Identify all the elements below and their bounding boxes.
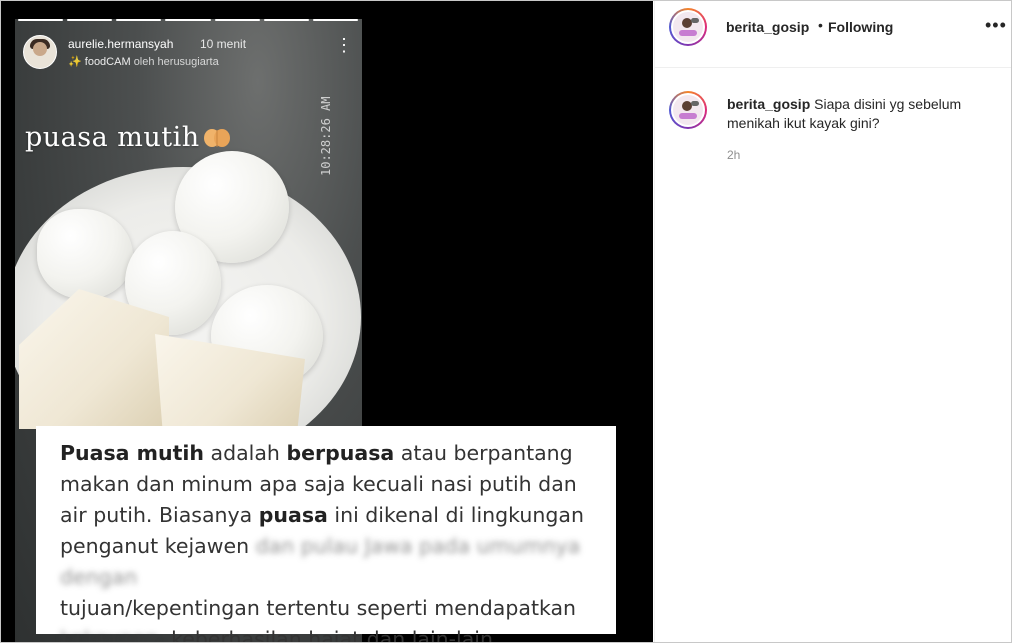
story-progress-segment xyxy=(312,19,358,21)
definition-line: kekayaan, keberhasilan hajat dan lain-la… xyxy=(60,624,600,642)
story-avatar[interactable] xyxy=(23,35,57,69)
caption-username[interactable]: berita_gosip xyxy=(727,96,810,112)
story-progress-segment xyxy=(165,19,211,21)
post-caption: berita_gosip Siapa disini yg sebelum men… xyxy=(727,95,995,133)
definition-keyword: berpuasa xyxy=(286,441,395,465)
definition-segment: makan dan minum apa saja kecuali nasi pu… xyxy=(60,472,577,496)
filter-author: oleh herusugiarta xyxy=(133,56,219,68)
definition-line: penganut kejawen dan pulau Jawa pada umu… xyxy=(60,531,600,593)
definition-segment: adalah xyxy=(204,441,287,465)
egg-halved xyxy=(37,209,133,299)
story-time: 10 menit xyxy=(200,37,247,51)
definition-segment: air putih. Biasanya xyxy=(60,503,259,527)
filter-icon: ✨ xyxy=(68,56,85,68)
definition-segment: tujuan/kepentingan tertentu seperti mend… xyxy=(60,596,577,620)
definition-segment: penganut kejawen xyxy=(60,534,256,558)
definition-card: Puasa mutih adalah berpuasa atau berpant… xyxy=(36,426,616,642)
story-text-overlay: puasa mutih xyxy=(25,122,232,153)
definition-text: Puasa mutih adalah berpuasa atau berpant… xyxy=(60,438,600,642)
following-button[interactable]: Following xyxy=(828,19,893,35)
definition-keyword: Puasa mutih xyxy=(60,441,205,465)
story-more-icon[interactable]: ⋮ xyxy=(335,35,354,56)
filter-name: foodCAM xyxy=(84,56,131,68)
definition-segment: keberhasilan hajat dan lain-lain. xyxy=(164,627,500,642)
definition-segment: atau berpantang xyxy=(394,441,573,465)
story-username[interactable]: aurelie.hermansyah xyxy=(68,37,173,51)
account-avatar[interactable] xyxy=(669,8,707,46)
more-options-icon[interactable]: ••• xyxy=(985,15,1007,36)
story-progress-segment xyxy=(18,19,64,21)
story-progress-bars xyxy=(18,19,358,23)
definition-segment: ini dikenal di lingkungan xyxy=(327,503,584,527)
overlay-title: puasa mutih xyxy=(25,122,200,153)
story-timestamp: 10:28:26 AM xyxy=(319,96,333,176)
definition-segment: kekayaan, xyxy=(60,627,165,642)
story-header: aurelie.hermansyah 10 menit ✨ foodCAM ol… xyxy=(23,33,353,73)
post-sidebar: berita_gosip • Following ••• berita_gosi… xyxy=(654,1,1011,642)
definition-line: air putih. Biasanya puasa ini dikenal di… xyxy=(60,500,600,531)
story-progress-segment xyxy=(263,19,309,21)
definition-line: Puasa mutih adalah berpuasa atau berpant… xyxy=(60,438,600,469)
separator-dot: • xyxy=(818,17,823,33)
praying-hands-icon xyxy=(203,129,230,147)
post-time[interactable]: 2h xyxy=(727,148,740,162)
post-header: berita_gosip • Following ••• xyxy=(655,1,1011,68)
comment-avatar[interactable] xyxy=(669,91,707,129)
definition-line: tujuan/kepentingan tertentu seperti mend… xyxy=(60,593,600,624)
definition-line: makan dan minum apa saja kecuali nasi pu… xyxy=(60,469,600,500)
post-media[interactable]: aurelie.hermansyah 10 menit ✨ foodCAM ol… xyxy=(1,1,653,642)
story-progress-segment xyxy=(67,19,113,21)
account-username[interactable]: berita_gosip xyxy=(726,19,809,35)
story-progress-segment xyxy=(214,19,260,21)
story-filter[interactable]: ✨ foodCAM oleh herusugiarta xyxy=(68,55,219,68)
definition-keyword: puasa xyxy=(258,503,328,527)
post-modal: aurelie.hermansyah 10 menit ✨ foodCAM ol… xyxy=(0,0,1012,643)
story-progress-segment xyxy=(116,19,162,21)
